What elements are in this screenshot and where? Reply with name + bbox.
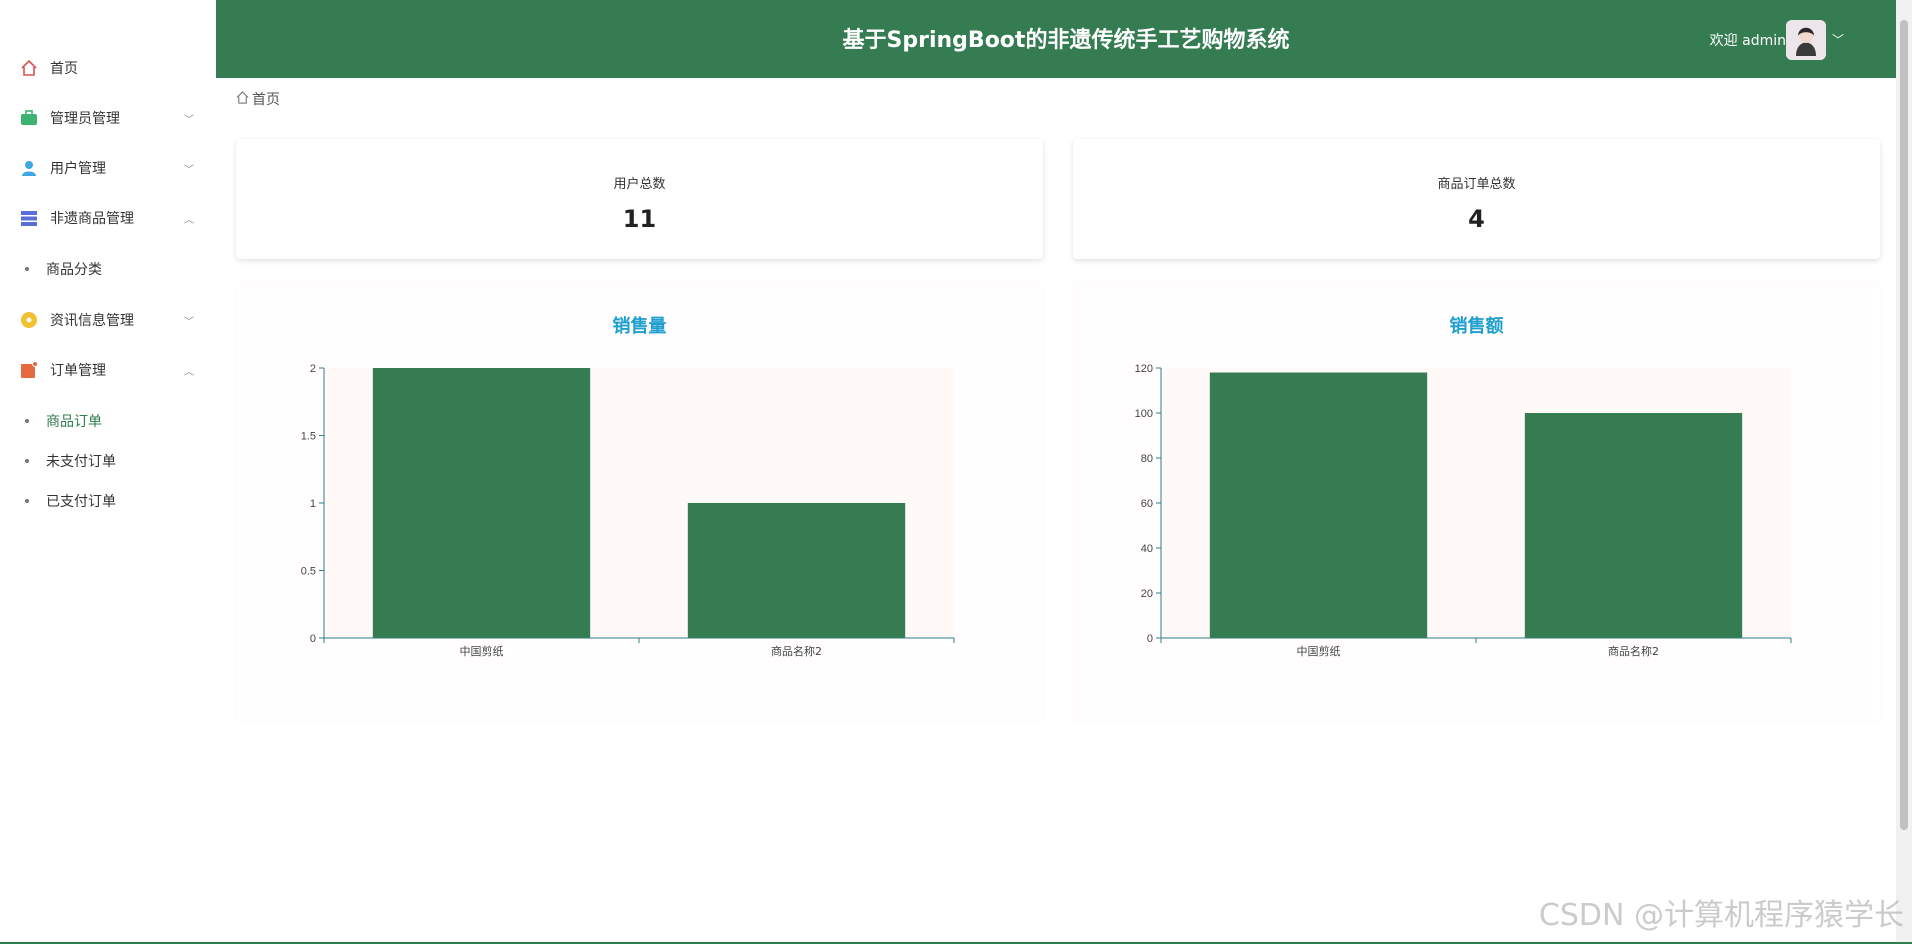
y-tick-label: 120 bbox=[1135, 363, 1153, 375]
bar bbox=[687, 503, 906, 638]
sidebar-item-admin[interactable]: 管理员管理 ﹀ bbox=[0, 93, 216, 143]
sidebar-subitem-label: 商品订单 bbox=[46, 414, 102, 430]
sidebar-item-news[interactable]: 资讯信息管理 ﹀ bbox=[0, 295, 216, 345]
y-tick-label: 20 bbox=[1141, 588, 1153, 600]
y-tick-label: 60 bbox=[1141, 498, 1153, 510]
briefcase-icon bbox=[20, 109, 38, 127]
sidebar-item-label: 用户管理 bbox=[50, 161, 106, 177]
chevron-up-icon: ︿ bbox=[184, 214, 194, 226]
news-icon bbox=[20, 311, 38, 329]
sales-volume-chart: 0 0.5 1 1.5 2 中国剪纸 商品名称2 bbox=[301, 363, 955, 658]
sidebar-item-label: 非遗商品管理 bbox=[50, 211, 134, 227]
sidebar-subitem-label: 已支付订单 bbox=[46, 494, 116, 510]
page-title: 基于SpringBoot的非遗传统手工艺购物系统 bbox=[842, 28, 1290, 53]
y-tick-label: 1.5 bbox=[301, 431, 316, 443]
y-tick-label: 100 bbox=[1135, 408, 1153, 420]
bullet-icon bbox=[25, 267, 29, 271]
sidebar-item-label: 管理员管理 bbox=[50, 111, 120, 127]
stat-value: 11 bbox=[622, 205, 657, 233]
scrollbar[interactable] bbox=[1896, 0, 1912, 944]
order-icon bbox=[20, 361, 38, 379]
y-tick-label: 40 bbox=[1141, 543, 1153, 555]
breadcrumb: 首页 bbox=[236, 89, 280, 109]
chevron-up-icon: ︿ bbox=[184, 366, 194, 378]
stat-label: 用户总数 bbox=[613, 177, 666, 192]
bullet-icon bbox=[25, 459, 29, 463]
sidebar-item-orders[interactable]: 订单管理 ︿ bbox=[0, 345, 216, 395]
sidebar-item-label: 订单管理 bbox=[50, 363, 106, 379]
sidebar-item-home[interactable]: 首页 bbox=[0, 43, 216, 93]
stat-label: 商品订单总数 bbox=[1437, 177, 1516, 192]
sidebar-item-label: 资讯信息管理 bbox=[50, 313, 134, 329]
sidebar-subitem-category[interactable]: 商品分类 bbox=[0, 249, 216, 289]
sidebar-item-goods[interactable]: 非遗商品管理 ︿ bbox=[0, 193, 216, 243]
stat-card-users: 用户总数 11 bbox=[236, 139, 1043, 259]
chart-panel-sales-volume: 销售量 0 0.5 1 1.5 2 中国剪纸 商品名称2 bbox=[236, 282, 1043, 722]
chevron-down-icon: ﹀ bbox=[184, 164, 194, 176]
bullet-icon bbox=[25, 419, 29, 423]
sidebar: 首页 管理员管理 ﹀ 用户管理 ﹀ 非遗商品管理 ︿ 商品分类 资讯信息管理 ﹀ bbox=[0, 0, 216, 944]
chevron-down-icon: ﹀ bbox=[184, 114, 194, 126]
sidebar-subitem-label: 未支付订单 bbox=[46, 454, 116, 470]
avatar[interactable] bbox=[1786, 20, 1826, 60]
bullet-icon bbox=[25, 499, 29, 503]
scrollbar-thumb[interactable] bbox=[1900, 20, 1908, 830]
sidebar-subitem-unpaid-orders[interactable]: 未支付订单 bbox=[0, 441, 216, 481]
watermark: CSDN @计算机程序猿学长 bbox=[1538, 898, 1904, 933]
y-tick-label: 0.5 bbox=[301, 566, 316, 578]
sidebar-subitem-label: 商品分类 bbox=[46, 262, 102, 278]
user-icon bbox=[20, 159, 38, 177]
chevron-down-icon[interactable]: ﹀ bbox=[1832, 31, 1844, 48]
y-tick-label: 0 bbox=[1147, 633, 1153, 645]
sales-amount-chart: 0 20 40 60 80 100 120 中国剪纸 商品名称2 bbox=[1135, 363, 1792, 658]
sidebar-subitem-product-orders[interactable]: 商品订单 bbox=[0, 401, 216, 441]
y-tick-label: 0 bbox=[310, 633, 316, 645]
home-icon bbox=[20, 59, 38, 77]
x-tick-label: 中国剪纸 bbox=[1297, 644, 1341, 658]
sidebar-item-users[interactable]: 用户管理 ﹀ bbox=[0, 143, 216, 193]
welcome-text: 欢迎 admin bbox=[1709, 33, 1786, 49]
x-tick-label: 中国剪纸 bbox=[460, 644, 504, 658]
bar bbox=[1209, 372, 1428, 638]
y-tick-label: 2 bbox=[310, 363, 316, 375]
stat-value: 4 bbox=[1468, 205, 1485, 233]
y-tick-label: 1 bbox=[310, 498, 316, 510]
stat-card-orders: 商品订单总数 4 bbox=[1073, 139, 1880, 259]
breadcrumb-home[interactable]: 首页 bbox=[252, 89, 280, 109]
list-icon bbox=[20, 209, 38, 227]
chevron-down-icon: ﹀ bbox=[184, 316, 194, 328]
sidebar-subitem-paid-orders[interactable]: 已支付订单 bbox=[0, 481, 216, 521]
sidebar-item-label: 首页 bbox=[50, 61, 78, 77]
chart-panel-sales-amount: 销售额 0 20 40 60 80 100 120 中国剪纸 商品名称2 bbox=[1073, 282, 1880, 722]
bar bbox=[372, 368, 591, 638]
y-tick-label: 80 bbox=[1141, 453, 1153, 465]
bar bbox=[1524, 413, 1743, 638]
x-tick-label: 商品名称2 bbox=[771, 644, 822, 658]
top-header: 基于SpringBoot的非遗传统手工艺购物系统 欢迎 admin ﹀ bbox=[216, 0, 1896, 78]
x-tick-label: 商品名称2 bbox=[1608, 644, 1659, 658]
home-icon bbox=[236, 90, 249, 108]
